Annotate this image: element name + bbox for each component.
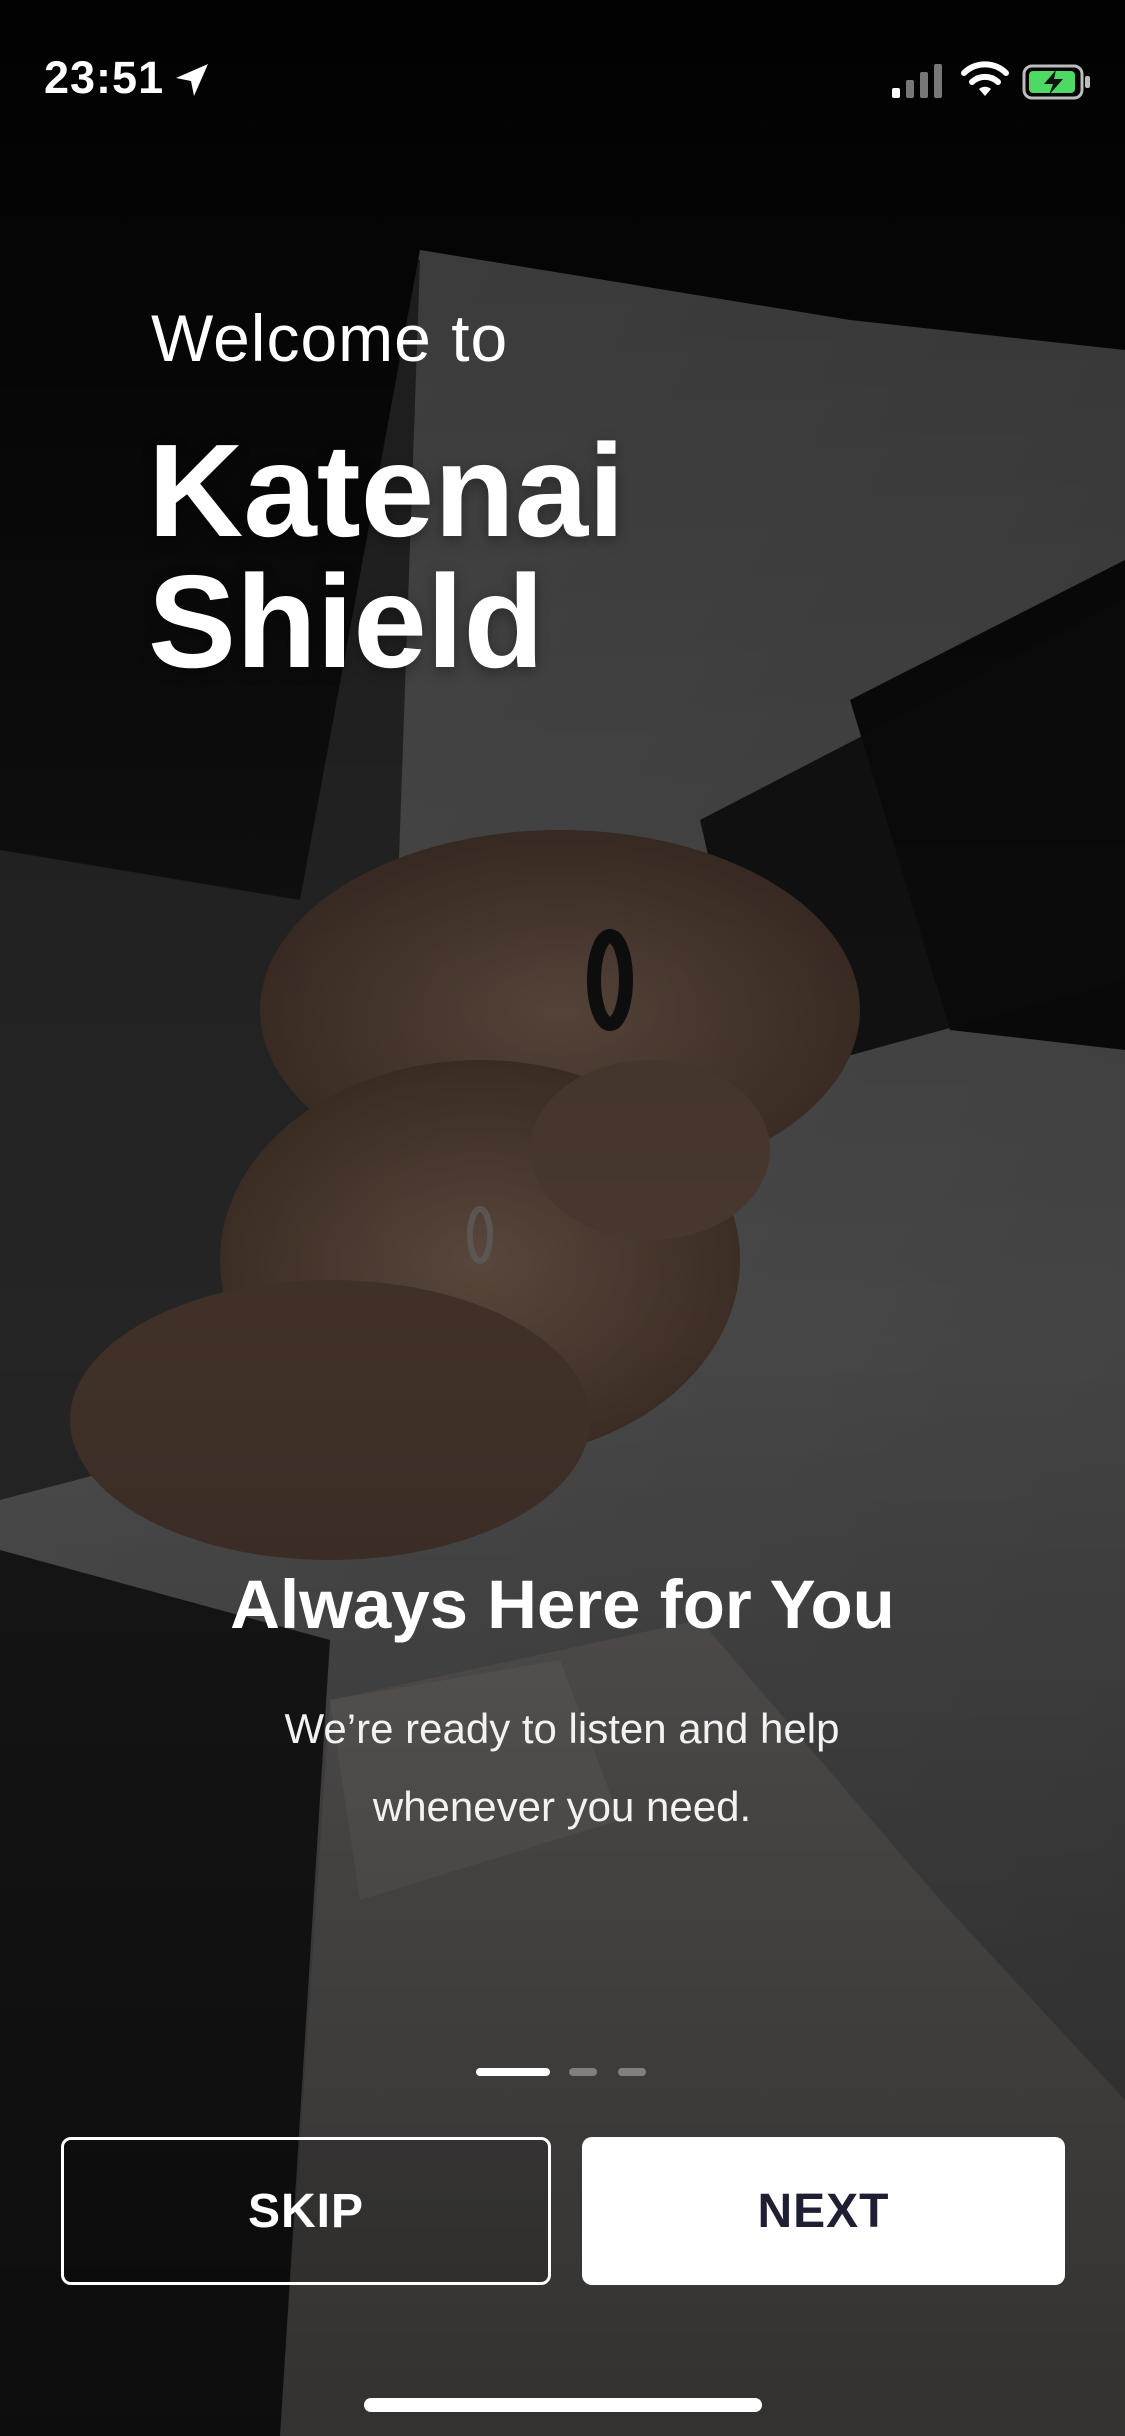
status-time: 23:51	[44, 52, 165, 103]
home-indicator[interactable]	[364, 2398, 762, 2412]
battery-charging-icon	[1022, 64, 1090, 100]
slide-description-line2: whenever you need.	[372, 1783, 752, 1830]
pager-dots	[476, 2068, 696, 2078]
app-title-line2: Shield	[148, 548, 545, 695]
location-arrow-icon	[176, 64, 208, 96]
next-button[interactable]: NEXT	[582, 2137, 1065, 2285]
cellular-signal-icon	[892, 64, 942, 98]
pager-dot-1-active[interactable]	[476, 2068, 550, 2076]
slide-title: Always Here for You	[230, 1566, 895, 1643]
wifi-icon	[961, 61, 1009, 96]
pager-dot-3[interactable]	[618, 2068, 646, 2076]
onboarding-screen: 23:51 Welcome to Katenai Shield Always H…	[0, 0, 1125, 2436]
slide-description: We’re ready to listen and help whenever …	[212, 1690, 912, 1846]
app-title-line1: Katenai	[148, 417, 625, 564]
app-title: Katenai Shield	[148, 417, 948, 695]
pager-dot-2[interactable]	[569, 2068, 597, 2076]
welcome-label: Welcome to	[151, 301, 509, 375]
skip-button[interactable]: SKIP	[61, 2137, 551, 2285]
slide-description-line1: We’re ready to listen and help	[284, 1705, 840, 1752]
status-bar: 23:51	[0, 0, 1125, 150]
